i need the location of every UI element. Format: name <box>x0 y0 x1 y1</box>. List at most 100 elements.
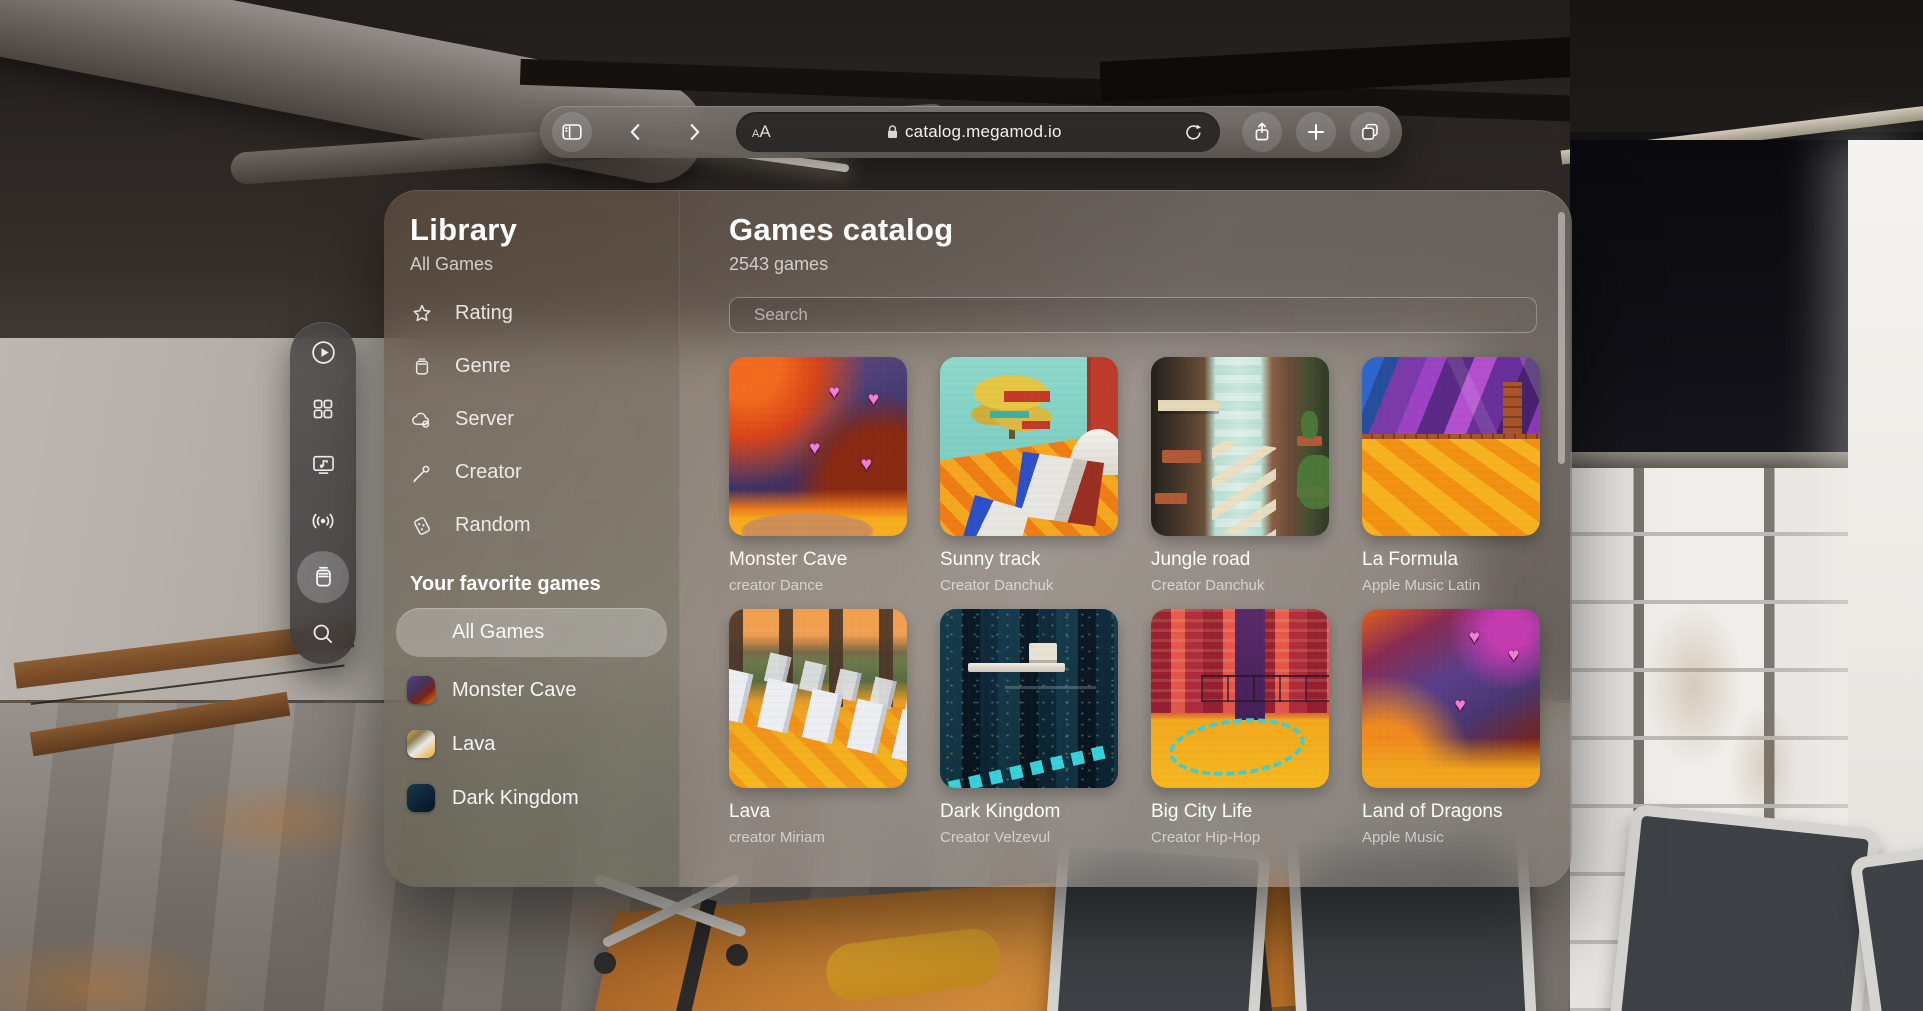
scrollbar[interactable] <box>1558 212 1565 464</box>
filter-random[interactable]: Random <box>410 499 667 552</box>
game-card-lava[interactable]: Lava creator Miriam <box>729 609 907 847</box>
pixel-texture <box>940 357 1118 536</box>
search-icon <box>313 624 333 643</box>
game-thumbnail <box>407 676 435 704</box>
search-input[interactable] <box>729 297 1537 333</box>
filter-rating[interactable]: Rating <box>410 287 667 340</box>
dock-play-button[interactable] <box>297 326 349 378</box>
share-icon <box>1255 122 1269 141</box>
game-art <box>1151 609 1329 788</box>
broadcast-icon <box>312 513 334 529</box>
game-art: ♥ ♥ ♥ <box>1362 609 1540 788</box>
game-card-la-formula[interactable]: La Formula Apple Music Latin <box>1362 357 1540 595</box>
pen-icon <box>413 465 430 482</box>
cloud-server-icon <box>412 412 430 428</box>
pixel-texture <box>729 609 907 788</box>
game-card-dark-kingdom[interactable]: Dark Kingdom Creator Velzevul <box>940 609 1118 847</box>
game-byline: creator Dance <box>729 577 824 594</box>
game-byline: Creator Danchuk <box>1151 577 1265 594</box>
game-byline: Creator Hip-Hop <box>1151 829 1261 846</box>
dock-screen-button[interactable] <box>297 439 349 491</box>
game-title: Big City Life <box>1151 801 1253 822</box>
text-size-large: A <box>759 122 771 141</box>
dock-megamod-button[interactable] <box>297 551 349 604</box>
library-sidebar: Library All Games Rating Genre Server Cr… <box>384 190 680 887</box>
dock-apps-button[interactable] <box>297 383 349 435</box>
filter-label: Rating <box>455 302 513 324</box>
address-bar[interactable]: AA catalog.megamod.io <box>736 112 1220 152</box>
game-card-monster-cave[interactable]: ♥ ♥ ♥ ♥ Monster Cave creator Dance <box>729 357 907 595</box>
back-button[interactable] <box>616 112 656 152</box>
catalog-content: Games catalog 2543 games ♥ ♥ ♥ ♥ Monster… <box>680 190 1572 887</box>
pixel-texture <box>1151 609 1329 788</box>
pixel-texture <box>1151 357 1329 536</box>
game-art <box>1151 357 1329 536</box>
pixel-texture <box>940 609 1118 788</box>
tabs-button[interactable] <box>1350 112 1390 152</box>
text-size-button[interactable]: AA <box>752 122 771 142</box>
game-thumbnail <box>407 784 435 812</box>
game-card-jungle-road[interactable]: Jungle road Creator Danchuk <box>1151 357 1329 595</box>
filter-creator[interactable]: Creator <box>410 446 667 499</box>
game-card-sunny-track[interactable]: Sunny track Creator Danchuk <box>940 357 1118 595</box>
sidebar-toggle-button[interactable] <box>552 112 592 152</box>
screen: AA catalog.megamod.io Library All Games … <box>0 0 1923 1011</box>
game-title: Sunny track <box>940 549 1041 570</box>
screen-music-icon <box>312 456 334 475</box>
game-art <box>940 357 1118 536</box>
plus-icon <box>1308 124 1324 140</box>
apps-grid-icon <box>313 399 333 418</box>
game-title: Lava <box>729 801 771 822</box>
new-tab-button[interactable] <box>1296 112 1336 152</box>
game-art <box>729 609 907 788</box>
jar-icon <box>315 566 331 587</box>
game-byline: Creator Velzevul <box>940 829 1051 846</box>
game-title: Monster Cave <box>729 549 848 570</box>
dock-search-button[interactable] <box>297 608 349 660</box>
filter-genre[interactable]: Genre <box>410 340 667 393</box>
tabs-icon <box>1362 123 1378 140</box>
favorites-list: All Games Monster Cave Lava Dark Kingdom <box>396 608 667 825</box>
filter-label: Random <box>455 514 531 536</box>
sidebar-subtitle: All Games <box>410 254 494 274</box>
game-title: Jungle road <box>1151 549 1251 570</box>
control-dock <box>290 322 356 664</box>
game-art <box>1362 357 1540 536</box>
game-title: La Formula <box>1362 549 1459 570</box>
dock-broadcast-button[interactable] <box>297 495 349 547</box>
favorite-monster-cave[interactable]: Monster Cave <box>396 663 667 717</box>
chair-wheel <box>594 952 616 974</box>
game-byline: Creator Danchuk <box>940 577 1054 594</box>
game-byline: creator Miriam <box>729 829 825 846</box>
pixel-texture <box>729 357 907 536</box>
url-display: catalog.megamod.io <box>887 122 1062 142</box>
filter-label: Creator <box>455 461 522 483</box>
page-title: Games catalog <box>729 212 954 247</box>
play-icon <box>311 341 335 364</box>
url-text: catalog.megamod.io <box>904 122 1062 141</box>
favorite-dark-kingdom[interactable]: Dark Kingdom <box>396 771 667 825</box>
chevron-right-icon <box>690 124 700 140</box>
sidebar-icon <box>562 124 582 140</box>
megamod-window: Library All Games Rating Genre Server Cr… <box>384 190 1572 887</box>
office-chair <box>1609 803 1881 1011</box>
filter-server[interactable]: Server <box>410 393 667 446</box>
reload-button[interactable] <box>1178 116 1210 148</box>
favorite-lava[interactable]: Lava <box>396 717 667 771</box>
forward-button[interactable] <box>674 112 714 152</box>
star-icon <box>413 304 431 321</box>
pixel-texture <box>1362 357 1540 536</box>
text-size-small: A <box>752 128 760 140</box>
browser-toolbar: AA catalog.megamod.io <box>540 106 1402 158</box>
game-card-big-city-life[interactable]: Big City Life Creator Hip-Hop <box>1151 609 1329 847</box>
lock-icon <box>887 125 897 138</box>
favorite-label: Lava <box>452 732 496 755</box>
reload-icon <box>1186 124 1202 140</box>
game-byline: Apple Music <box>1362 829 1444 846</box>
filter-list: Rating Genre Server Creator Random <box>410 287 667 552</box>
share-button[interactable] <box>1242 112 1282 152</box>
chair-wheel <box>726 944 748 966</box>
favorite-all-games[interactable]: All Games <box>396 608 667 657</box>
favorite-label: All Games <box>452 621 545 643</box>
game-card-land-of-dragons[interactable]: ♥ ♥ ♥ Land of Dragons Apple Music <box>1362 609 1540 847</box>
